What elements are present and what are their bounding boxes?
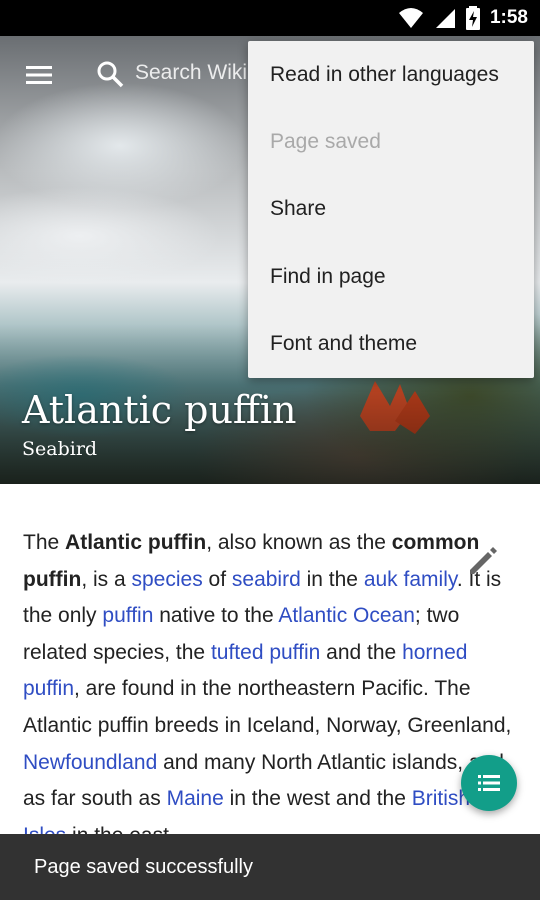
link-atlantic-ocean[interactable]: Atlantic Ocean <box>278 604 415 627</box>
text: native to the <box>153 604 279 628</box>
table-of-contents-button[interactable] <box>461 755 517 811</box>
status-icons: 1:58 <box>398 0 528 36</box>
signal-icon <box>435 9 455 28</box>
article-description: Seabird <box>22 438 98 460</box>
search-icon[interactable] <box>96 60 124 88</box>
menu-item-share[interactable]: Share <box>248 176 534 243</box>
link-puffin[interactable]: puffin <box>102 604 153 627</box>
status-time: 1:58 <box>489 7 528 28</box>
table-of-contents-icon <box>478 775 500 791</box>
overflow-menu: Read in other languages Page saved Share… <box>248 41 534 378</box>
edit-pencil-icon[interactable] <box>465 543 501 579</box>
battery-charging-icon <box>465 6 480 30</box>
article-title: Atlantic puffin <box>22 388 297 432</box>
article-paragraph: The Atlantic puffin, also known as the c… <box>23 525 518 854</box>
snackbar-message: Page saved successfully <box>34 855 254 878</box>
menu-item-font-and-theme[interactable]: Font and theme <box>248 311 534 378</box>
menu-item-page-saved: Page saved <box>270 130 381 154</box>
link-species[interactable]: species <box>132 568 203 591</box>
text: , are found in the northeastern Pacific.… <box>23 677 512 737</box>
article-title-block: Atlantic puffin Seabird <box>22 388 297 460</box>
menu-icon[interactable] <box>22 60 56 90</box>
article-body: The Atlantic puffin, also known as the c… <box>23 525 518 854</box>
text: in the west and the <box>223 787 412 811</box>
text: , is a <box>81 567 132 591</box>
link-maine[interactable]: Maine <box>167 787 224 810</box>
snackbar: Page saved successfully <box>0 834 540 900</box>
link-newfoundland[interactable]: Newfoundland <box>23 751 157 774</box>
wifi-icon <box>398 8 423 28</box>
menu-item-find-in-page[interactable]: Find in page <box>248 243 534 310</box>
text: and the <box>320 640 403 664</box>
text: in the <box>300 567 364 591</box>
link-tufted-puffin[interactable]: tufted puffin <box>211 641 320 664</box>
status-bar: 1:58 <box>0 0 540 36</box>
text: The <box>23 531 66 554</box>
text: of <box>202 567 232 591</box>
menu-item-read-other-languages[interactable]: Read in other languages <box>248 41 534 108</box>
link-seabird[interactable]: seabird <box>232 568 301 591</box>
bold-term: Atlantic puffin <box>65 531 207 554</box>
text: , also known as the <box>206 531 392 554</box>
link-auk-family[interactable]: auk family <box>364 568 457 591</box>
